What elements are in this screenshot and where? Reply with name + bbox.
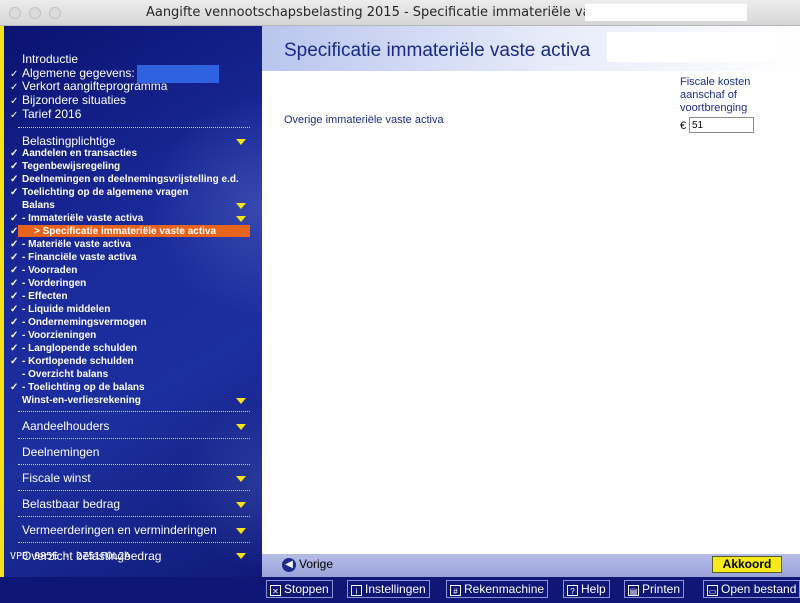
sidebar-section-aandeelhouders[interactable]: Aandeelhouders <box>22 419 109 433</box>
sidebar-accent-bar <box>0 26 4 577</box>
calculator-button-label: Rekenmachine <box>464 582 545 596</box>
print-button[interactable]: ▤ Printen <box>624 580 685 598</box>
sidebar-item-winst-en-verliesrekening[interactable]: Winst-en-verliesrekening <box>22 394 141 407</box>
page-title: Specificatie immateriële vaste activa <box>284 40 591 61</box>
open-file-button-label: Open bestand <box>721 582 797 596</box>
sidebar: Introductie ✓ Algemene gegevens: ✓ Verkort… <box>0 26 262 577</box>
settings-button[interactable]: i Instellingen <box>347 580 430 598</box>
open-file-button[interactable]: ▭ Open bestand <box>703 580 800 598</box>
chevron-down-icon[interactable] <box>236 398 246 404</box>
sidebar-item-overzicht-balans[interactable]: - Overzicht balans <box>22 368 108 381</box>
sidebar-section-fiscale-winst[interactable]: Fiscale winst <box>22 471 91 485</box>
sidebar-item-financiele-vaste-activa[interactable]: ✓ - Financiële vaste activa <box>10 251 137 264</box>
check-icon: ✓ <box>10 317 19 328</box>
sidebar-section-belastbaar-bedrag[interactable]: Belastbaar bedrag <box>22 497 120 511</box>
check-icon: ✓ <box>10 110 19 121</box>
stop-button[interactable]: ✕ Stoppen <box>266 580 333 598</box>
chevron-down-icon[interactable] <box>236 502 246 508</box>
check-icon: ✓ <box>10 304 19 315</box>
help-button[interactable]: ? Help <box>563 580 610 598</box>
check-icon: ✓ <box>10 382 19 393</box>
check-icon: ✓ <box>10 291 19 302</box>
printer-icon: ▤ <box>628 585 639 596</box>
sidebar-divider <box>18 411 250 412</box>
help-icon: ? <box>567 585 578 596</box>
check-icon: ✓ <box>10 356 19 367</box>
check-icon: ✓ <box>10 330 19 341</box>
redacted-title-field <box>607 32 778 62</box>
sidebar-divider <box>18 542 250 543</box>
check-icon: ✓ <box>10 213 19 224</box>
chevron-down-icon[interactable] <box>236 553 246 559</box>
sidebar-item-materiele-vaste-activa[interactable]: ✓ - Materiële vaste activa <box>10 238 131 251</box>
check-icon: ✓ <box>10 226 19 237</box>
sidebar-item-algemene-gegevens[interactable]: ✓ Algemene gegevens: <box>10 65 219 83</box>
previous-button[interactable]: ◀ Vorige <box>282 557 333 573</box>
sidebar-item-vorderingen[interactable]: ✓ - Vorderingen <box>10 277 86 290</box>
sidebar-item-toelichting-balans[interactable]: ✓ - Toelichting op de balans <box>10 381 145 394</box>
check-icon: ✓ <box>10 161 19 172</box>
row-label: Overige immateriële vaste activa <box>284 114 444 126</box>
chevron-down-icon[interactable] <box>236 216 246 222</box>
check-icon: ✓ <box>10 252 19 263</box>
check-icon: ✓ <box>10 82 19 93</box>
stop-button-label: Stoppen <box>284 582 329 596</box>
folder-icon: ▭ <box>707 585 718 596</box>
sidebar-item-kortlopende-schulden[interactable]: ✓ - Kortlopende schulden <box>10 355 134 368</box>
help-button-label: Help <box>581 582 606 596</box>
column-header: Fiscale kosten aanschaf of voortbrenging <box>680 76 751 114</box>
check-icon: ✓ <box>10 239 19 250</box>
sidebar-item-tarief[interactable]: ✓ Tarief 2016 <box>10 108 81 122</box>
info-icon: i <box>351 585 362 596</box>
sidebar-item-specificatie-immateriele-vaste-activa[interactable]: ✓ > Specificatie immateriële vaste activa <box>10 225 216 238</box>
sidebar-item-liquide-middelen[interactable]: ✓ - Liquide middelen <box>10 303 110 316</box>
chevron-down-icon[interactable] <box>236 424 246 430</box>
calculator-icon: # <box>450 585 461 596</box>
sidebar-item-toelichting-algemene-vragen[interactable]: ✓ Toelichting op de algemene vragen <box>10 186 189 199</box>
currency-symbol: € <box>680 120 687 132</box>
check-icon: ✓ <box>10 265 19 276</box>
redacted-title-box <box>585 4 747 21</box>
arrow-left-icon: ◀ <box>282 557 296 572</box>
sidebar-section-deelnemingen[interactable]: Deelnemingen <box>22 445 99 459</box>
check-icon: ✓ <box>10 148 19 159</box>
sidebar-item-langlopende-schulden[interactable]: ✓ - Langlopende schulden <box>10 342 137 355</box>
sidebar-group-balans[interactable]: Balans <box>22 199 55 212</box>
sidebar-item-ondernemingsvermogen[interactable]: ✓ - Ondernemingsvermogen <box>10 316 146 329</box>
calculator-button[interactable]: # Rekenmachine <box>446 580 549 598</box>
sidebar-item-immateriele-vaste-activa[interactable]: ✓ - Immateriële vaste activa <box>10 212 143 225</box>
check-icon: ✓ <box>10 174 19 185</box>
sidebar-item-verkort-aangifteprogramma[interactable]: ✓ Verkort aangifteprogramma <box>10 80 167 94</box>
sidebar-divider <box>18 464 250 465</box>
sidebar-section-vermeerderingen[interactable]: Vermeerderingen en verminderingen <box>22 523 217 537</box>
sidebar-item-voorraden[interactable]: ✓ - Voorraden <box>10 264 77 277</box>
check-icon: ✓ <box>10 343 19 354</box>
sidebar-divider <box>18 490 250 491</box>
sidebar-divider <box>18 438 250 439</box>
sidebar-item-effecten[interactable]: ✓ - Effecten <box>10 290 68 303</box>
check-icon: ✓ <box>10 187 19 198</box>
amount-input[interactable] <box>689 117 754 133</box>
sidebar-divider <box>18 516 250 517</box>
sidebar-item-tegenbewijsregeling[interactable]: ✓ Tegenbewijsregeling <box>10 160 120 173</box>
version-label: VPB 085E - 2Z51FOL2A <box>10 551 131 562</box>
previous-button-label: Vorige <box>299 557 334 571</box>
sidebar-item-deelnemingen[interactable]: ✓ Deelnemingen en deelnemingsvrijstelling… <box>10 173 239 186</box>
check-icon: ✓ <box>10 96 19 107</box>
close-icon: ✕ <box>270 585 281 596</box>
sidebar-divider <box>18 127 250 128</box>
chevron-down-icon[interactable] <box>236 528 246 534</box>
settings-button-label: Instellingen <box>365 582 426 596</box>
sidebar-item-aandelen-en-transacties[interactable]: ✓ Aandelen en transacties <box>10 147 137 160</box>
sidebar-item-voorzieningen[interactable]: ✓ - Voorzieningen <box>10 329 96 342</box>
window-titlebar: Aangifte vennootschapsbelasting 2015 - S… <box>0 0 800 26</box>
check-icon: ✓ <box>10 278 19 289</box>
chevron-down-icon[interactable] <box>236 476 246 482</box>
accept-button[interactable]: Akkoord <box>712 556 782 573</box>
print-button-label: Printen <box>642 582 681 596</box>
chevron-down-icon[interactable] <box>236 139 246 145</box>
chevron-down-icon[interactable] <box>236 203 246 209</box>
sidebar-item-bijzondere-situaties[interactable]: ✓ Bijzondere situaties <box>10 94 126 108</box>
